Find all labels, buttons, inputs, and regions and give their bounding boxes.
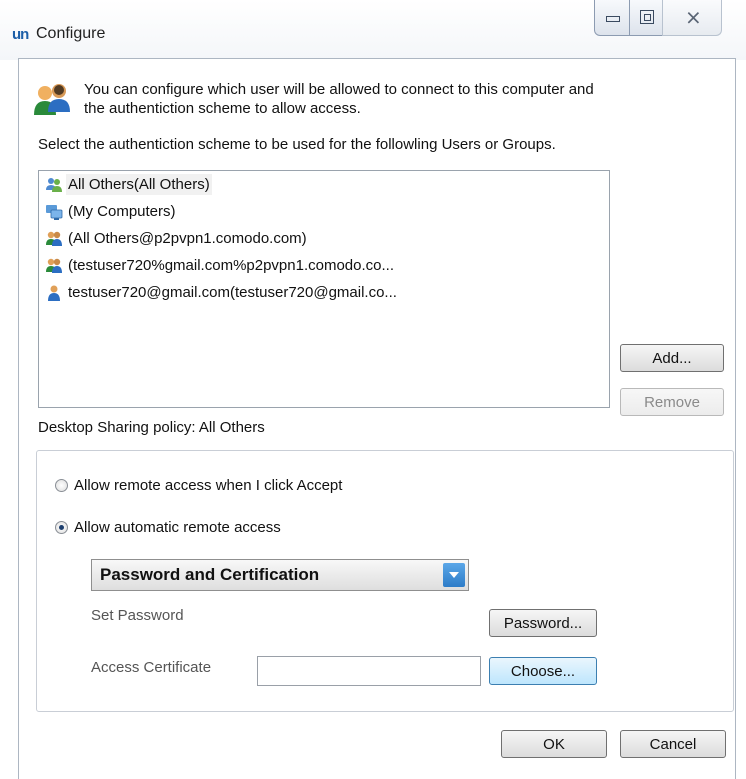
- title-bar[interactable]: un Configure ⨯: [0, 0, 746, 60]
- radio-label: Allow remote access when I click Accept: [74, 477, 343, 494]
- intro-line-1: You can configure which user will be all…: [84, 81, 594, 98]
- app-logo-icon: un: [12, 26, 29, 43]
- add-button[interactable]: Add...: [620, 344, 724, 372]
- group-icon: [46, 231, 62, 246]
- list-item-label: (All Others@p2pvpn1.comodo.com): [68, 230, 307, 247]
- intro-line-2: the authentiction scheme to allow access…: [84, 100, 361, 117]
- policy-label: Desktop Sharing policy: All Others: [38, 419, 265, 436]
- set-password-label: Set Password: [91, 607, 184, 624]
- cancel-button[interactable]: Cancel: [620, 730, 726, 758]
- users-icon: [34, 84, 70, 115]
- minimize-button[interactable]: [594, 0, 630, 36]
- list-item-label: (testuser720%gmail.com%p2pvpn1.comodo.co…: [68, 257, 395, 274]
- radio-button[interactable]: [55, 521, 68, 534]
- list-item[interactable]: testuser720@gmail.com(testuser720@gmail.…: [39, 279, 609, 306]
- remove-button[interactable]: Remove: [620, 388, 724, 416]
- user-icon: [48, 285, 60, 301]
- list-item[interactable]: (My Computers): [39, 198, 609, 225]
- select-scheme-label: Select the authentiction scheme to be us…: [38, 136, 556, 153]
- password-button[interactable]: Password...: [489, 609, 597, 637]
- group-icon: [46, 177, 62, 192]
- group-icon: [46, 258, 62, 273]
- maximize-button[interactable]: [629, 0, 663, 36]
- maximize-icon: [640, 10, 654, 24]
- minimize-icon: [606, 16, 620, 22]
- configure-dialog: un Configure ⨯ You can configure which u…: [0, 0, 746, 779]
- list-item[interactable]: (All Others@p2pvpn1.comodo.com): [39, 225, 609, 252]
- ok-button[interactable]: OK: [501, 730, 607, 758]
- radio-allow-on-accept[interactable]: Allow remote access when I click Accept: [55, 477, 342, 494]
- computers-icon: [46, 204, 63, 220]
- chevron-down-icon[interactable]: [443, 563, 465, 587]
- window-title: Configure: [36, 25, 106, 42]
- user-group-list[interactable]: All Others(All Others) (My Computers) (A…: [38, 170, 610, 408]
- radio-allow-automatic[interactable]: Allow automatic remote access: [55, 519, 281, 536]
- list-item-label: testuser720@gmail.com(testuser720@gmail.…: [68, 284, 397, 301]
- policy-panel: Allow remote access when I click Accept …: [36, 450, 734, 712]
- auth-scheme-value: Password and Certification: [100, 565, 320, 584]
- choose-button[interactable]: Choose...: [489, 657, 597, 685]
- list-item-label: All Others(All Others): [66, 174, 212, 195]
- radio-button[interactable]: [55, 479, 68, 492]
- list-item-label: (My Computers): [68, 203, 176, 220]
- close-icon: ⨯: [685, 7, 702, 29]
- access-certificate-label: Access Certificate: [91, 659, 212, 676]
- list-item[interactable]: All Others(All Others): [39, 171, 609, 198]
- access-certificate-input[interactable]: [257, 656, 481, 686]
- radio-label: Allow automatic remote access: [74, 519, 281, 536]
- auth-scheme-select[interactable]: Password and Certification: [91, 559, 469, 591]
- list-item[interactable]: (testuser720%gmail.com%p2pvpn1.comodo.co…: [39, 252, 609, 279]
- intro-text: You can configure which user will be all…: [84, 80, 724, 118]
- close-button[interactable]: ⨯: [662, 0, 722, 36]
